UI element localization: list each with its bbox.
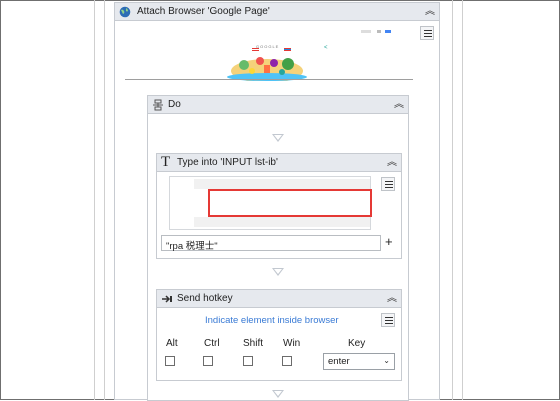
send-hotkey-title: Send hotkey [177, 293, 233, 304]
links-thumb [361, 30, 371, 33]
indicate-element-link[interactable]: Indicate element inside browser [205, 315, 339, 326]
do-sequence[interactable]: Do ︽ T Type into 'INPUT lst-ib' ︽ "rpa 税… [147, 95, 409, 401]
shift-label: Shift [243, 338, 264, 349]
doodle-illustration [227, 48, 307, 81]
send-hotkey-menu-icon[interactable] [381, 313, 395, 327]
type-into-activity[interactable]: T Type into 'INPUT lst-ib' ︽ "rpa 税理士" + [156, 153, 402, 259]
apps-icon [377, 30, 381, 33]
key-select[interactable]: enter ⌄ [323, 353, 395, 370]
win-checkbox[interactable] [282, 356, 292, 366]
type-into-menu-icon[interactable] [381, 177, 395, 191]
left-guide-line [94, 0, 95, 400]
globe-icon [119, 6, 131, 18]
sequence-icon [153, 99, 163, 111]
add-variable-icon[interactable]: + [385, 235, 393, 249]
divider [125, 79, 413, 80]
hamburger-icon[interactable] [420, 26, 434, 40]
do-title: Do [168, 99, 181, 110]
screenshot-bottom-strip [194, 217, 370, 227]
signin-button-thumb [385, 30, 391, 33]
drop-arrow-icon-3 [272, 390, 284, 398]
drop-arrow-icon [272, 134, 284, 142]
send-hotkey-header[interactable]: Send hotkey ︽ [157, 290, 401, 308]
type-text-icon: T [161, 154, 171, 170]
ctrl-checkbox[interactable] [203, 356, 213, 366]
send-hotkey-activity[interactable]: Send hotkey ︽ Indicate element inside br… [156, 289, 402, 381]
do-collapse-chevron-icon[interactable]: ︽ [394, 100, 404, 110]
send-hotkey-collapse-chevron-icon[interactable]: ︽ [387, 294, 397, 304]
chevron-down-icon: ⌄ [383, 356, 390, 365]
share-icon: < [324, 45, 328, 51]
type-into-header[interactable]: T Type into 'INPUT lst-ib' ︽ [157, 154, 401, 172]
target-element-highlight [208, 189, 372, 217]
text-input-value: "rpa 税理士" [166, 241, 218, 252]
type-into-collapse-chevron-icon[interactable]: ︽ [387, 158, 397, 168]
text-input-field[interactable]: "rpa 税理士" [161, 235, 381, 252]
alt-checkbox[interactable] [165, 356, 175, 366]
browser-screenshot-thumbnail: GOOGLE < [127, 25, 415, 81]
attach-browser-activity[interactable]: Attach Browser 'Google Page' ︽ GOOGLE < [114, 2, 440, 401]
element-screenshot [169, 176, 372, 230]
right-guide-line [452, 0, 453, 400]
attach-browser-title: Attach Browser 'Google Page' [137, 6, 270, 17]
collapse-chevron-icon[interactable]: ︽ [425, 7, 435, 17]
left-guide-line-2 [104, 0, 105, 400]
screenshot-top-strip [194, 179, 370, 189]
alt-label: Alt [166, 338, 178, 349]
drop-arrow-icon-2 [272, 268, 284, 276]
right-guide-line-2 [462, 0, 463, 400]
type-into-title: Type into 'INPUT lst-ib' [177, 157, 278, 168]
do-header[interactable]: Do ︽ [148, 96, 408, 114]
key-select-value: enter [328, 356, 350, 367]
attach-browser-header[interactable]: Attach Browser 'Google Page' ︽ [115, 3, 439, 21]
key-label: Key [348, 338, 366, 349]
shift-checkbox[interactable] [243, 356, 253, 366]
keyboard-arrow-icon [162, 295, 172, 303]
win-label: Win [283, 338, 301, 349]
ctrl-label: Ctrl [204, 338, 220, 349]
